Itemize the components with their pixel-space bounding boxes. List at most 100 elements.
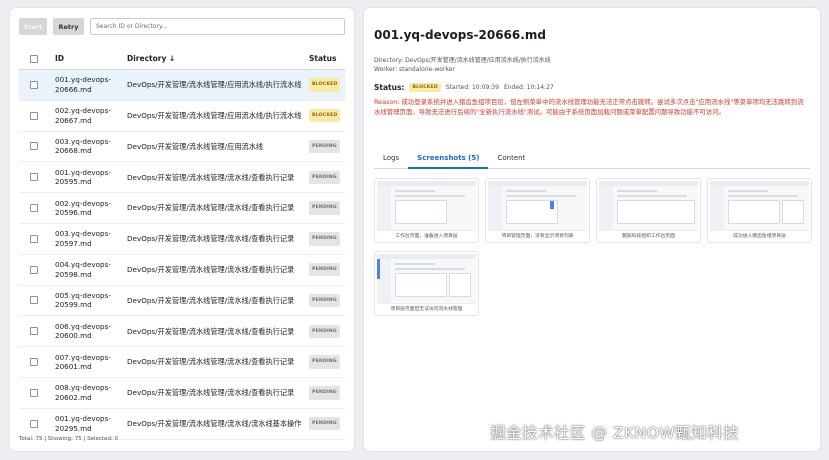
block-reason: Reason: 成功登录系统并进入猪齿鱼组项目层，但左侧菜单中的流水线管理功能无… xyxy=(374,98,804,117)
row-checkbox[interactable] xyxy=(29,388,38,397)
row-id: 003.yq-devops-20668.md xyxy=(55,136,111,156)
status-label: Status: xyxy=(374,83,405,92)
row-checkbox[interactable] xyxy=(29,142,38,151)
row-status-badge: PENDING xyxy=(309,232,340,246)
row-directory: DevOps/开发管理/流水线管理/流水线/查看执行记录 xyxy=(127,234,295,244)
tab-content[interactable]: Content xyxy=(488,152,534,169)
detail-status-line: Status: BLOCKED Started: 10:09:39 Ended:… xyxy=(374,83,554,92)
table-footer-summary: Total: 75 | Showing: 75 | Selected: 0 xyxy=(19,436,119,442)
row-status-badge: PENDING xyxy=(309,170,340,185)
screenshot-thumbnail[interactable]: 项目层页面但无法访问流水线管理 xyxy=(374,251,479,316)
started-time: Started: 10:09:39 xyxy=(445,84,499,91)
search-input[interactable] xyxy=(90,18,345,35)
task-table-body: 001.yq-devops-20666.md DevOps/开发管理/流水线管理/… xyxy=(19,70,345,440)
row-directory: DevOps/开发管理/流水线管理/流水线/查看执行记录 xyxy=(127,172,295,182)
table-row[interactable]: 001.yq-devops-20666.md DevOps/开发管理/流水线管理/… xyxy=(19,70,345,101)
row-id: 003.yq-devops-20597.md xyxy=(55,229,111,248)
table-row[interactable]: 008.yq-devops-20602.md DevOps/开发管理/流水线管理/… xyxy=(19,378,345,409)
screenshot-image xyxy=(710,181,809,231)
row-checkbox[interactable] xyxy=(29,111,38,120)
table-row[interactable]: 002.yq-devops-20667.md DevOps/开发管理/流水线管理/… xyxy=(19,101,345,132)
table-row[interactable]: 001.yq-devops-20295.md DevOps/开发管理/流水线管理/… xyxy=(19,409,345,440)
screenshot-image xyxy=(377,181,476,231)
row-checkbox[interactable] xyxy=(29,204,38,213)
task-list-panel: Start Retry ID Directory ↓ Status 001.yq… xyxy=(10,8,354,451)
row-status-badge: PENDING xyxy=(309,386,340,400)
screenshot-image xyxy=(377,254,476,304)
column-header-directory[interactable]: Directory ↓ xyxy=(127,54,309,63)
watermark: 掘金技术社区 @ ZKNOW甄知科技 xyxy=(490,424,740,442)
screenshot-thumbnail[interactable]: 成功进入猪齿鱼组项目层 xyxy=(707,178,812,243)
row-checkbox[interactable] xyxy=(29,234,38,243)
select-all-checkbox[interactable] xyxy=(29,54,38,63)
toolbar: Start Retry xyxy=(19,18,345,36)
row-directory: DevOps/开发管理/流水线管理/流水线/查看执行记录 xyxy=(127,326,295,336)
table-row[interactable]: 002.yq-devops-20596.md DevOps/开发管理/流水线管理/… xyxy=(19,193,345,224)
row-checkbox[interactable] xyxy=(29,358,38,367)
row-status-badge: BLOCKED xyxy=(309,78,341,92)
row-directory: DevOps/开发管理/流水线管理/流水线/查看执行记录 xyxy=(127,264,295,274)
detail-directory: Directory: DevOps/开发管理/流水线管理/应用流水线/执行流水线 xyxy=(374,57,551,64)
row-id: 006.yq-devops-20600.md xyxy=(55,321,111,341)
row-id: 001.yq-devops-20295.md xyxy=(55,414,111,433)
column-header-id[interactable]: ID xyxy=(48,54,127,63)
row-directory: DevOps/开发管理/流水线管理/应用流水线 xyxy=(127,141,264,151)
screenshot-caption: 项目层页面但无法访问流水线管理 xyxy=(390,307,463,312)
retry-button[interactable]: Retry xyxy=(53,18,84,35)
table-row[interactable]: 004.yq-devops-20598.md DevOps/开发管理/流水线管理/… xyxy=(19,255,345,286)
row-id: 002.yq-devops-20667.md xyxy=(55,106,111,125)
screenshot-thumbnail[interactable]: 工作台页面，准备进入项目层 xyxy=(374,178,479,243)
tab-logs[interactable]: Logs xyxy=(374,152,408,169)
row-directory: DevOps/开发管理/流水线管理/应用流水线/执行流水线 xyxy=(127,80,302,90)
row-checkbox[interactable] xyxy=(29,80,38,89)
detail-tabs: Logs Screenshots (5) Content xyxy=(374,152,810,169)
screenshot-caption: 成功进入猪齿鱼组项目层 xyxy=(733,234,786,239)
row-id: 001.yq-devops-20595.md xyxy=(55,167,111,187)
table-row[interactable]: 003.yq-devops-20668.md DevOps/开发管理/流水线管理/… xyxy=(19,132,345,163)
table-row[interactable]: 006.yq-devops-20600.md DevOps/开发管理/流水线管理/… xyxy=(19,316,345,348)
screenshot-thumbnail[interactable]: 项目管理页面，没有显示项目列表 xyxy=(485,178,590,243)
row-checkbox[interactable] xyxy=(29,173,38,182)
tab-screenshots[interactable]: Screenshots (5) xyxy=(408,152,489,169)
row-id: 008.yq-devops-20602.md xyxy=(55,383,111,402)
start-button[interactable]: Start xyxy=(19,18,47,35)
row-status-badge: PENDING xyxy=(309,262,340,277)
row-checkbox[interactable] xyxy=(29,296,38,305)
table-row[interactable]: 007.yq-devops-20601.md DevOps/开发管理/流水线管理/… xyxy=(19,347,345,378)
row-status-badge: PENDING xyxy=(309,416,340,431)
screenshot-image xyxy=(488,181,587,231)
row-directory: DevOps/开发管理/流水线管理/应用流水线/执行流水线 xyxy=(127,110,302,120)
row-checkbox[interactable] xyxy=(29,327,38,336)
row-checkbox[interactable] xyxy=(29,265,38,274)
row-status-badge: PENDING xyxy=(309,355,340,369)
row-id: 002.yq-devops-20596.md xyxy=(55,198,111,218)
status-badge: BLOCKED xyxy=(409,83,441,92)
table-row[interactable]: 001.yq-devops-20595.md DevOps/开发管理/流水线管理/… xyxy=(19,162,345,194)
table-header: ID Directory ↓ Status xyxy=(19,48,345,70)
row-status-badge: BLOCKED xyxy=(309,108,341,123)
detail-title: 001.yq-devops-20666.md xyxy=(374,28,546,42)
ended-time: Ended: 10:14:27 xyxy=(503,84,554,91)
row-id: 001.yq-devops-20666.md xyxy=(55,75,111,94)
task-detail-panel: 001.yq-devops-20666.md Directory: DevOps… xyxy=(364,8,820,451)
row-directory: DevOps/开发管理/流水线管理/流水线/流水线基本操作 xyxy=(127,418,302,428)
row-directory: DevOps/开发管理/流水线管理/流水线/查看执行记录 xyxy=(127,388,295,398)
screenshot-thumbnail[interactable]: 甄知科技组织工作台页面 xyxy=(596,178,701,243)
row-id: 007.yq-devops-20601.md xyxy=(55,352,111,372)
row-checkbox[interactable] xyxy=(29,419,38,428)
row-id: 004.yq-devops-20598.md xyxy=(55,260,111,279)
row-directory: DevOps/开发管理/流水线管理/流水线/查看执行记录 xyxy=(127,203,295,213)
detail-worker: Worker: standalone-worker xyxy=(374,66,455,73)
column-header-status[interactable]: Status xyxy=(309,54,345,63)
screenshot-caption: 项目管理页面，没有显示项目列表 xyxy=(501,234,574,239)
row-directory: DevOps/开发管理/流水线管理/流水线/查看执行记录 xyxy=(127,295,295,305)
row-status-badge: PENDING xyxy=(309,201,340,215)
row-status-badge: PENDING xyxy=(309,139,340,154)
screenshot-image xyxy=(599,181,698,231)
row-directory: DevOps/开发管理/流水线管理/流水线/查看执行记录 xyxy=(127,357,295,367)
table-row[interactable]: 005.yq-devops-20599.md DevOps/开发管理/流水线管理/… xyxy=(19,286,345,317)
screenshot-caption: 甄知科技组织工作台页面 xyxy=(622,234,675,239)
row-status-badge: PENDING xyxy=(309,293,340,308)
screenshot-caption: 工作台页面，准备进入项目层 xyxy=(395,234,458,239)
table-row[interactable]: 003.yq-devops-20597.md DevOps/开发管理/流水线管理/… xyxy=(19,224,345,255)
